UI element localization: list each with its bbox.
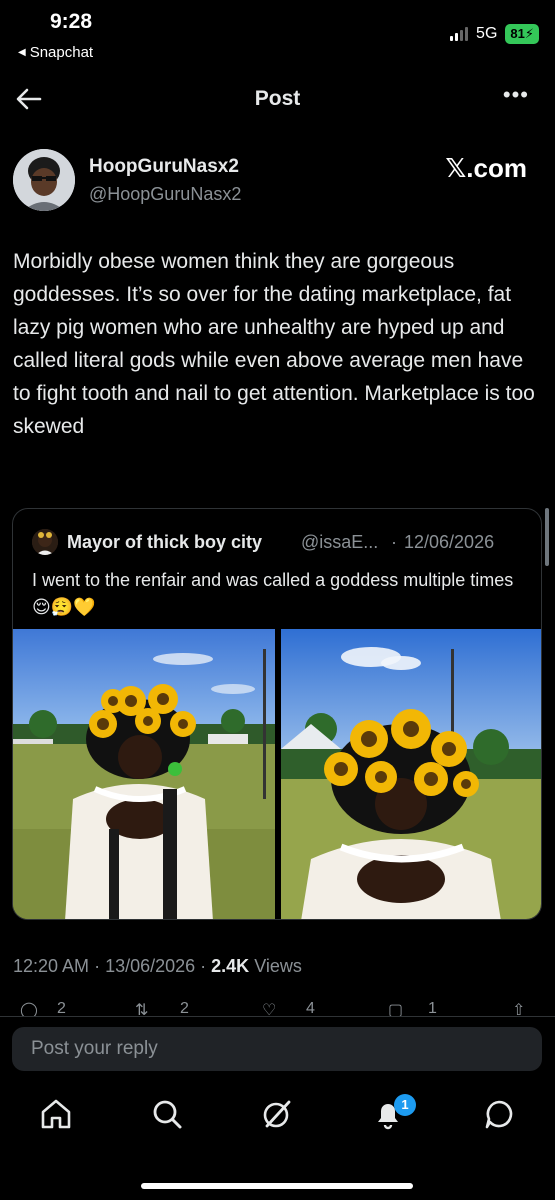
status-time: 9:28 [50,10,93,33]
reply-bar [0,1016,555,1080]
battery-icon: 81⚡ [505,24,539,44]
quoted-photo-2[interactable] [281,629,541,919]
views-label: Views [254,956,302,976]
quoted-handle: @issaE... [301,532,379,552]
meta-separator: · [200,956,207,976]
post-time: 12:20 AM [13,956,90,976]
xcom-watermark: 𝕏.com [445,153,527,183]
meta-separator: · [94,956,101,976]
post-meta: 12:20 AM · 13/06/2026 · 2.4K Views [13,956,302,977]
more-icon[interactable]: ••• [503,82,529,108]
quoted-name: Mayor of thick boy city [67,532,263,552]
back-triangle-icon: ◀ [18,47,26,58]
scrollbar[interactable] [545,508,549,566]
charging-bolt: ⚡ [524,26,534,41]
home-icon[interactable] [38,1096,74,1132]
tweet-text: Morbidly obese women think they are gorg… [13,250,535,438]
back-to-app[interactable]: ◀ Snapchat [18,44,93,61]
author-name[interactable]: HoopGuruNasx2 [89,156,239,178]
network-label: 5G [476,25,498,42]
author-handle[interactable]: @HoopGuruNasx2 [89,184,241,205]
battery-level: 81 [510,26,525,41]
signal-icon [450,27,469,41]
status-indicators: 5G 81⚡ [450,24,539,44]
quoted-avatar [32,529,58,555]
back-app-label: Snapchat [29,44,94,61]
views-count[interactable]: 2.4K [211,956,249,977]
page-title: Post [254,87,301,110]
post-screen: 9:28 ◀ Snapchat 5G 81⚡ Post ••• HoopGuru… [0,0,555,1200]
quoted-photo-1[interactable] [13,629,275,919]
post-date: 13/06/2026 [105,956,196,976]
top-nav: Post ••• [0,80,555,120]
quoted-post[interactable]: Mayor of thick boy city @issaE... · 12/0… [12,508,542,920]
search-icon[interactable] [149,1096,185,1132]
messages-icon[interactable] [481,1096,517,1132]
reply-input[interactable] [12,1027,542,1071]
notifications-badge: 1 [394,1094,416,1116]
home-indicator [141,1183,413,1189]
quoted-separator: · [391,532,397,552]
bottom-tab-bar [0,1082,555,1152]
quoted-text: I went to the renfair and was called a g… [32,570,514,617]
author-avatar[interactable] [13,149,75,211]
grok-icon[interactable] [259,1096,295,1132]
quoted-date: 12/06/2026 [404,532,495,552]
